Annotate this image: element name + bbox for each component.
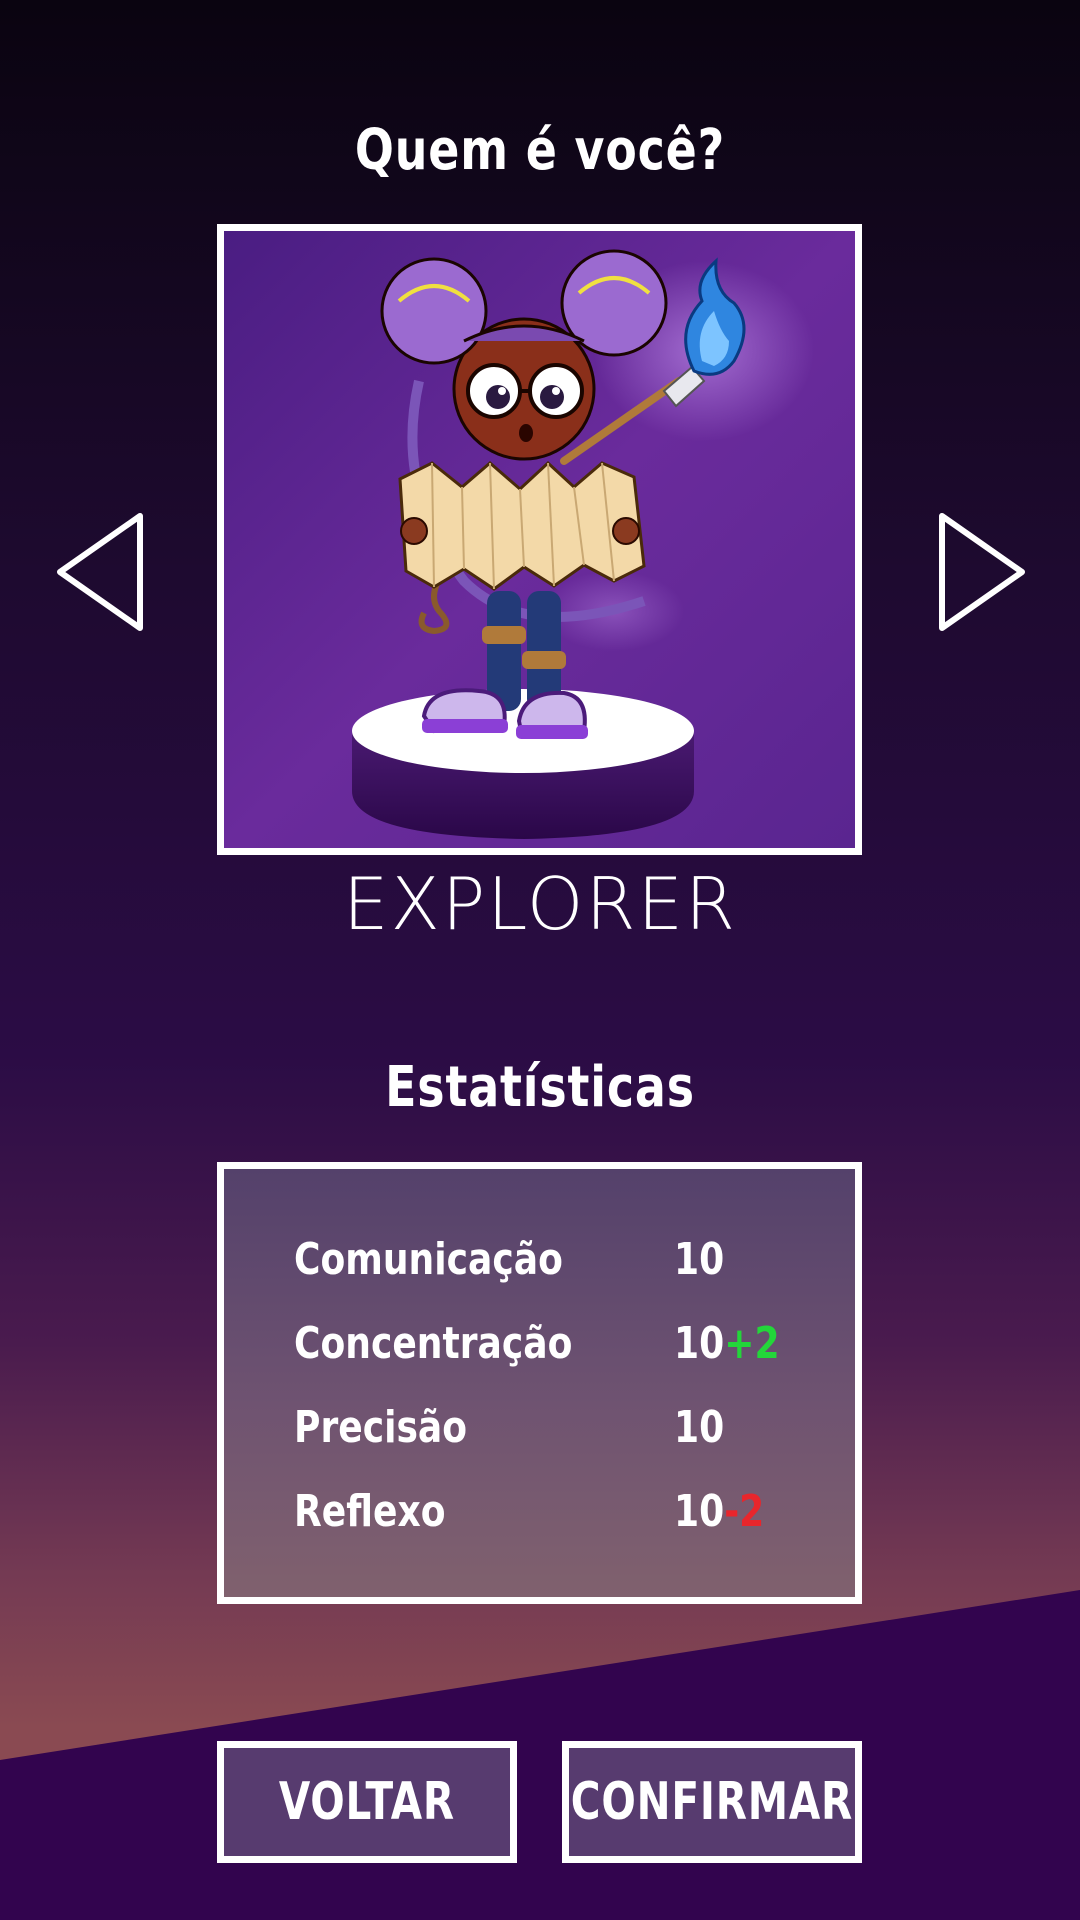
stat-base-value: 10 — [674, 1486, 725, 1537]
back-button[interactable]: VOLTAR — [217, 1741, 517, 1863]
character-portrait — [217, 224, 862, 855]
confirm-button-label: CONFIRMAR — [570, 1772, 854, 1832]
stat-value: 10 — [674, 1234, 724, 1285]
stat-row-concentration: Concentração 10+2 — [294, 1318, 814, 1378]
stat-row-communication: Comunicação 10 — [294, 1234, 814, 1294]
stats-panel: Comunicação 10 Concentração 10+2 Precisã… — [217, 1162, 862, 1604]
character-illustration — [224, 231, 855, 848]
stat-base-value: 10 — [674, 1234, 725, 1285]
page-title: Quem é você? — [354, 118, 726, 183]
stat-value: 10+2 — [674, 1318, 780, 1369]
stat-label: Concentração — [294, 1318, 573, 1369]
triangle-right-icon[interactable] — [930, 510, 1030, 634]
stat-row-precision: Precisão 10 — [294, 1402, 814, 1462]
class-name: EXPLORER — [343, 862, 737, 946]
confirm-button[interactable]: CONFIRMAR — [562, 1741, 862, 1863]
stat-label: Reflexo — [294, 1486, 446, 1537]
stat-bonus-modifier: +2 — [724, 1318, 780, 1369]
back-button-label: VOLTAR — [278, 1772, 456, 1832]
triangle-left-icon[interactable] — [52, 510, 152, 634]
stat-base-value: 10 — [674, 1318, 725, 1369]
stat-label: Precisão — [294, 1402, 468, 1453]
stats-title: Estatísticas — [385, 1055, 695, 1120]
stat-penalty-modifier: -2 — [724, 1486, 765, 1537]
stat-value: 10-2 — [674, 1486, 764, 1537]
stat-label: Comunicação — [294, 1234, 563, 1285]
stat-value: 10 — [674, 1402, 724, 1453]
stat-base-value: 10 — [674, 1402, 725, 1453]
stat-row-reflex: Reflexo 10-2 — [294, 1486, 814, 1546]
